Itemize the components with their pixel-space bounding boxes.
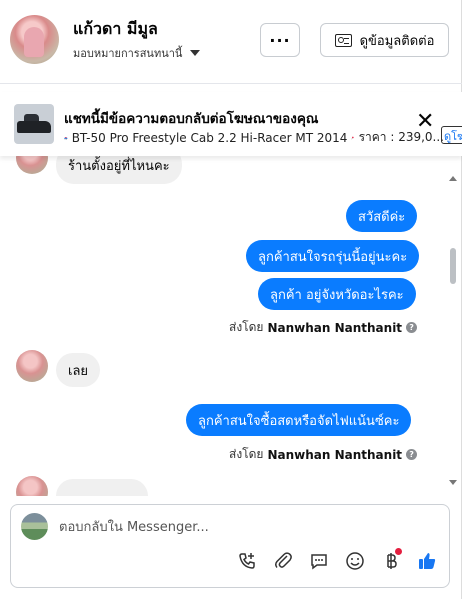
contact-name[interactable]: แก้วดา มีมูล: [73, 17, 158, 42]
outgoing-message[interactable]: สวัสดีค่ะ: [346, 200, 418, 232]
assign-label: มอบหมายการสนทนานี้: [73, 47, 183, 60]
message-list[interactable]: ร้านตั้งอยู่ที่ไหนคะ สวัสดีค่ะ ลูกค้าสนใ…: [0, 156, 462, 496]
ad-car-thumbnail[interactable]: [14, 104, 54, 144]
ad-product-name: BT-50 Pro Freestyle Cab 2.2 Hi-Racer MT …: [71, 130, 348, 145]
scrollbar-thumb[interactable]: [450, 248, 456, 284]
sender-name: Nanwhan Nanthanit: [267, 320, 403, 335]
outgoing-message[interactable]: ลูกค้าสนใจซื้อสดหรือจัดไฟแน้นซ์คะ: [186, 404, 412, 436]
message-text: ...: [68, 488, 81, 497]
incoming-message[interactable]: เลย: [56, 353, 101, 387]
car-icon: [64, 136, 68, 139]
sent-by-label: ส่งโดย Nanwhan Nanthanit ?: [229, 318, 418, 337]
message-text: เลย: [68, 363, 89, 379]
call-add-icon[interactable]: [235, 549, 259, 573]
notification-dot: [395, 548, 402, 555]
sent-by-prefix: ส่งโดย: [229, 320, 264, 334]
message-text: สวัสดีค่ะ: [358, 209, 406, 225]
reply-composer: [10, 504, 450, 588]
saved-reply-icon[interactable]: [307, 549, 331, 573]
contact-message-avatar: [16, 476, 48, 496]
like-thumbs-up-icon[interactable]: [415, 549, 439, 573]
conversation-header: แก้วดา มีมูล มอบหมายการสนทนานี้ ··· ดูข้…: [0, 0, 462, 84]
ad-banner-subtitle: BT-50 Pro Freestyle Cab 2.2 Hi-Racer MT …: [64, 128, 444, 147]
contact-message-avatar: [16, 350, 48, 382]
incoming-message[interactable]: ร้านตั้งอยู่ที่ไหนคะ: [56, 156, 182, 184]
contact-avatar[interactable]: [10, 15, 59, 64]
ad-banner-title: แชทนี้มีข้อความตอบกลับต่อโฆษณาของคุณ: [64, 111, 319, 127]
page-avatar: [21, 513, 48, 540]
contact-message-avatar: [16, 156, 48, 174]
message-text: ร้านตั้งอยู่ที่ไหนคะ: [68, 158, 170, 174]
more-options-button[interactable]: ···: [260, 23, 300, 57]
message-text: ลูกค้าสนใจรถรุ่นนี้อยู่นะคะ: [258, 249, 408, 265]
help-icon[interactable]: ?: [406, 449, 418, 460]
incoming-message[interactable]: ...: [56, 479, 148, 496]
attachment-icon[interactable]: [271, 549, 295, 573]
contact-card-icon: [334, 33, 352, 47]
view-ad-button[interactable]: ดูโฆ: [441, 126, 462, 144]
baht-payment-icon[interactable]: [379, 548, 403, 573]
close-banner-icon[interactable]: ✕: [416, 111, 434, 133]
scroll-down-arrow-icon[interactable]: [449, 480, 457, 485]
message-text: ลูกค้า อยู่จังหวัดอะไรคะ: [270, 287, 404, 303]
help-icon[interactable]: ?: [406, 322, 418, 333]
pushpin-icon: [351, 136, 355, 139]
message-text: ลูกค้าสนใจซื้อสดหรือจัดไฟแน้นซ์คะ: [198, 413, 400, 429]
emoji-icon[interactable]: [343, 549, 367, 573]
ad-reply-banner: แชทนี้มีข้อความตอบกลับต่อโฆษณาของคุณ BT-…: [0, 92, 462, 156]
chat-window: แก้วดา มีมูล มอบหมายการสนทนานี้ ··· ดูข้…: [0, 0, 462, 599]
assign-conversation-dropdown[interactable]: มอบหมายการสนทนานี้: [73, 44, 201, 62]
scroll-up-arrow-icon[interactable]: [449, 176, 457, 181]
sent-by-prefix: ส่งโดย: [229, 447, 264, 461]
sent-by-label: ส่งโดย Nanwhan Nanthanit ?: [229, 445, 418, 464]
view-contact-info-button[interactable]: ดูข้อมูลติดต่อ: [320, 23, 449, 57]
outgoing-message[interactable]: ลูกค้า อยู่จังหวัดอะไรคะ: [258, 278, 416, 310]
sender-name: Nanwhan Nanthanit: [267, 447, 403, 462]
outgoing-message[interactable]: ลูกค้าสนใจรถรุ่นนี้อยู่นะคะ: [246, 240, 420, 272]
caret-down-icon: [190, 50, 201, 56]
reply-input[interactable]: [59, 517, 429, 537]
view-contact-info-label: ดูข้อมูลติดต่อ: [359, 33, 435, 49]
